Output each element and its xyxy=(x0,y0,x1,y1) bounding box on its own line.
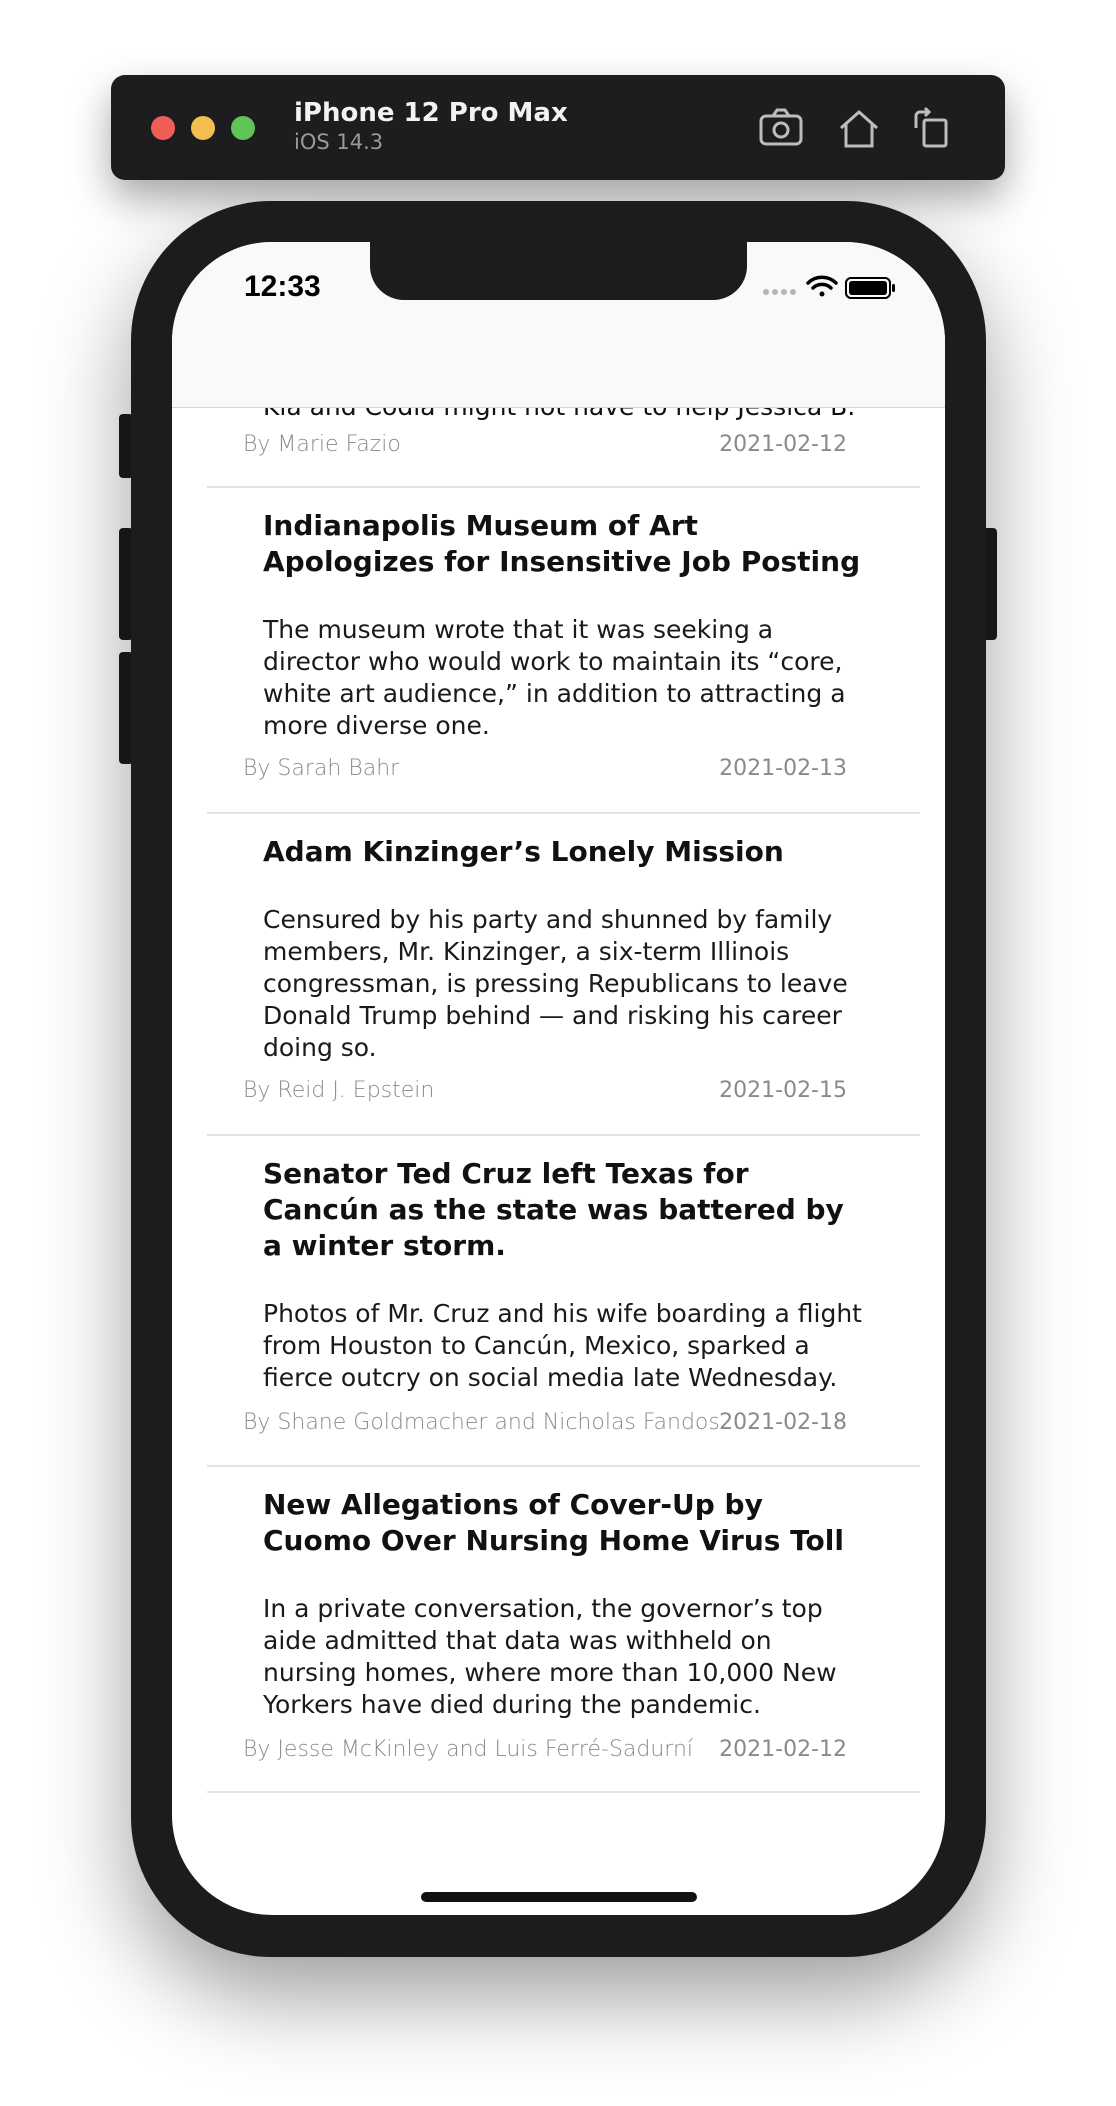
list-item[interactable]: By Marie Fazio 2021-02-12 xyxy=(207,408,920,488)
notch xyxy=(370,242,747,300)
rotate-icon[interactable] xyxy=(908,104,956,152)
article-date: 2021-02-12 xyxy=(719,1737,847,1762)
minimize-window-button[interactable] xyxy=(191,116,215,140)
cellular-icon xyxy=(763,289,796,295)
article-date: 2021-02-12 xyxy=(719,432,847,457)
article-date: 2021-02-13 xyxy=(719,756,847,781)
article-title: Adam Kinzinger’s Lonely Mission xyxy=(263,835,784,868)
article-title: Indianapolis Museum of Art Apologizes fo… xyxy=(263,509,861,578)
article-summary: In a private conversation, the governor’… xyxy=(263,1594,837,1719)
os-version: iOS 14.3 xyxy=(294,130,384,154)
article-summary: The museum wrote that it was seeking a d… xyxy=(263,615,846,740)
home-icon[interactable] xyxy=(835,104,883,152)
articles-list[interactable]: Kia and Codia might not have to help Jes… xyxy=(172,242,945,1915)
status-icons xyxy=(760,272,900,307)
article-summary: Photos of Mr. Cruz and his wife boarding… xyxy=(263,1299,862,1392)
status-time: 12:33 xyxy=(244,270,321,303)
article-author: By Jesse McKinley and Luis Ferré-Sadurní xyxy=(243,1737,694,1762)
device-name: iPhone 12 Pro Max xyxy=(294,98,568,128)
battery-icon xyxy=(845,277,895,299)
home-indicator[interactable] xyxy=(421,1892,697,1902)
article-author: By Reid J. Epstein xyxy=(243,1078,435,1103)
phone-screen: Kia and Codia might not have to help Jes… xyxy=(172,242,945,1915)
article-date: 2021-02-18 xyxy=(719,1410,847,1435)
list-item[interactable]: Adam Kinzinger’s Lonely Mission Censured… xyxy=(207,814,920,1136)
article-title: Senator Ted Cruz left Texas for Cancún a… xyxy=(263,1157,844,1262)
article-title: New Allegations of Cover-Up by Cuomo Ove… xyxy=(263,1488,844,1557)
article-summary: Censured by his party and shunned by fam… xyxy=(263,905,848,1062)
close-window-button[interactable] xyxy=(151,116,175,140)
article-date: 2021-02-15 xyxy=(719,1078,847,1103)
list-item[interactable]: Senator Ted Cruz left Texas for Cancún a… xyxy=(207,1136,920,1467)
list-item[interactable]: Indianapolis Museum of Art Apologizes fo… xyxy=(207,488,920,814)
screenshot-icon[interactable] xyxy=(757,104,805,152)
zoom-window-button[interactable] xyxy=(231,116,255,140)
article-author: By Shane Goldmacher and Nicholas Fandos xyxy=(243,1410,720,1435)
list-item[interactable]: New Allegations of Cover-Up by Cuomo Ove… xyxy=(207,1467,920,1793)
article-author: By Sarah Bahr xyxy=(243,756,400,781)
article-author: By Marie Fazio xyxy=(243,432,401,457)
wifi-icon xyxy=(806,275,838,297)
